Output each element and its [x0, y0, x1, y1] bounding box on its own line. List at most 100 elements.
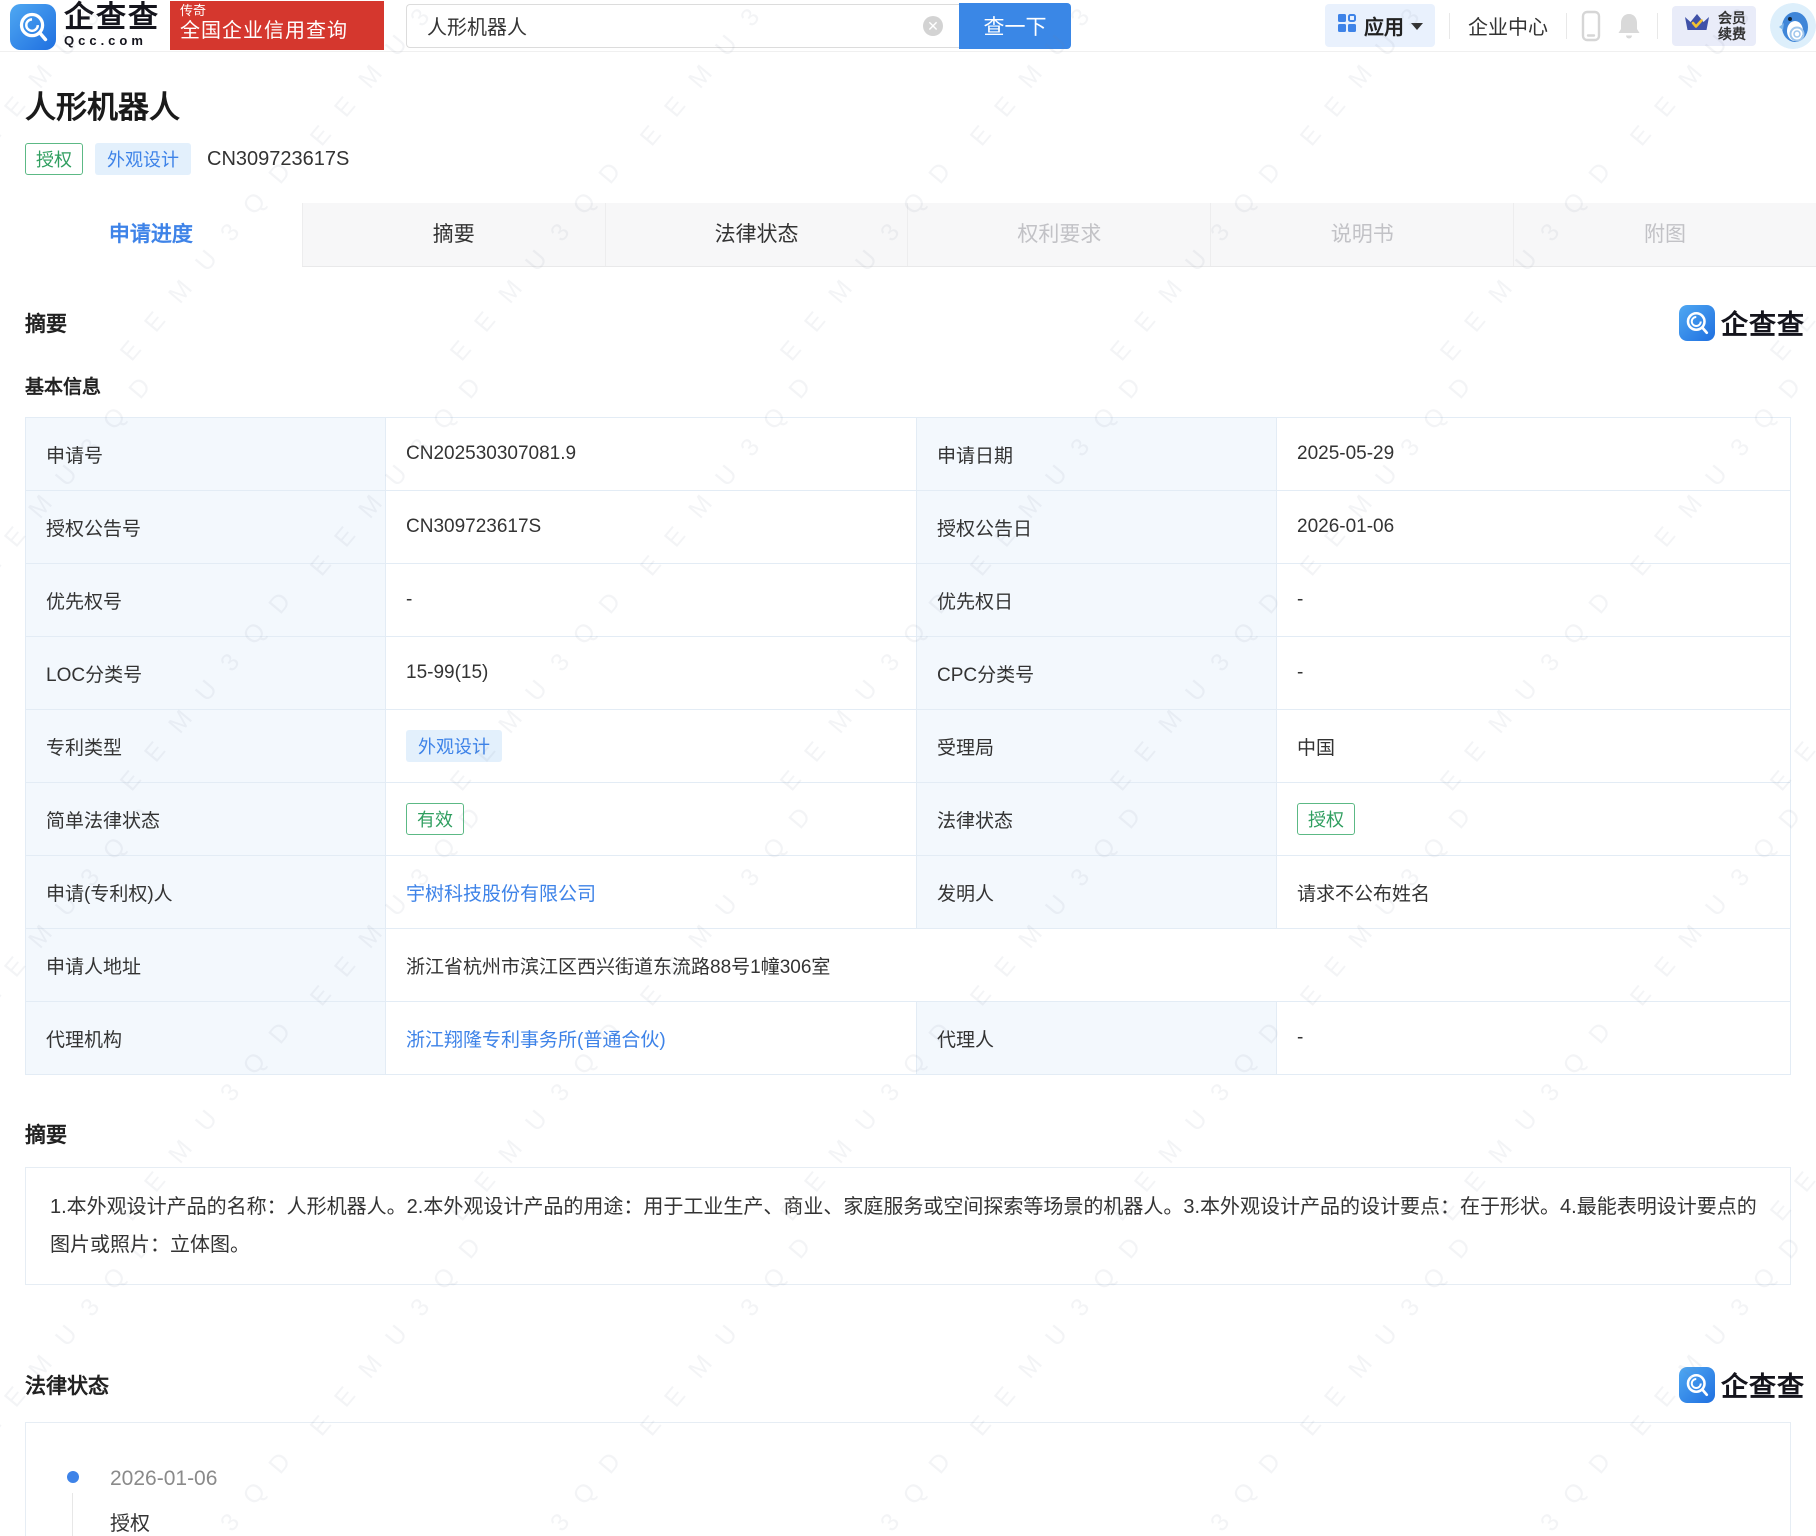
enterprise-center-link[interactable]: 企业中心 — [1464, 11, 1552, 40]
row-label: 授权公告号 — [25, 490, 386, 564]
legal-status-heading: 法律状态 — [25, 1374, 109, 1398]
qcc-watermark-logo: 企查查 — [1679, 1365, 1805, 1404]
legal-status-box: 2026-01-06 授权 — [25, 1422, 1791, 1536]
apps-grid-icon — [1337, 13, 1357, 38]
summary-heading: 摘要 — [25, 312, 67, 336]
tab-summary[interactable]: 摘要 — [301, 203, 605, 266]
page: 企查查 Qcc.com 传奇 全国企业信用查询 ✕ 查一下 — [0, 0, 1816, 1536]
top-header: 企查查 Qcc.com 传奇 全国企业信用查询 ✕ 查一下 — [0, 0, 1816, 52]
timeline-dot-icon — [67, 1471, 79, 1483]
row-value: 有效 — [385, 782, 917, 856]
row-label: 优先权日 — [916, 563, 1277, 637]
table-row: 代理机构 浙江翔隆专利事务所(普通合伙) 代理人 - — [25, 1001, 1791, 1075]
search-bar: ✕ 查一下 — [406, 2, 1071, 49]
row-value: 15-99(15) — [385, 636, 917, 710]
row-value: 请求不公布姓名 — [1276, 855, 1791, 929]
patent-type-badge: 外观设计 — [95, 143, 191, 175]
clear-search-icon[interactable]: ✕ — [923, 15, 943, 36]
row-label: 申请(专利权)人 — [25, 855, 386, 929]
page-title: 人形机器人 — [25, 90, 180, 125]
timeline-date: 2026-01-06 — [110, 1467, 218, 1490]
qcc-logo-icon — [10, 4, 56, 50]
tab-legal-status[interactable]: 法律状态 — [604, 203, 908, 266]
row-value: - — [385, 563, 917, 637]
divider — [1449, 12, 1450, 39]
row-value: - — [1276, 563, 1791, 637]
row-label: 优先权号 — [25, 563, 386, 637]
slogan-line1: 传奇 — [180, 3, 207, 18]
slogan-badge: 传奇 全国企业信用查询 — [170, 1, 384, 50]
row-value: - — [1276, 1001, 1791, 1075]
brand-name: 企查查 — [64, 1, 160, 34]
row-label: 申请人地址 — [25, 928, 386, 1002]
abstract-heading: 摘要 — [25, 1124, 67, 1147]
apps-label: 应用 — [1364, 17, 1404, 39]
valid-status-badge: 有效 — [406, 803, 464, 835]
row-value: CN309723617S — [385, 490, 917, 564]
table-row: 申请号 CN202530307081.9 申请日期 2025-05-29 — [25, 417, 1791, 491]
brand-text: 企查查 Qcc.com — [64, 1, 160, 50]
tab-figures[interactable]: 附图 — [1513, 203, 1816, 266]
table-row: 授权公告号 CN309723617S 授权公告日 2026-01-06 — [25, 490, 1791, 564]
row-value: 2025-05-29 — [1276, 417, 1791, 491]
tab-claims[interactable]: 权利要求 — [907, 203, 1211, 266]
row-value: CN202530307081.9 — [385, 417, 917, 491]
timeline-event: 授权 — [110, 1513, 150, 1535]
tab-application-progress[interactable]: 申请进度 — [0, 203, 302, 266]
row-label: 发明人 — [916, 855, 1277, 929]
divider — [1566, 12, 1567, 39]
qcc-logo[interactable]: 企查查 Qcc.com 传奇 全国企业信用查询 — [10, 1, 384, 50]
timeline-line — [72, 1493, 73, 1536]
row-label: 申请日期 — [916, 417, 1277, 491]
main-content: 摘要 企查查 基本信息 申请号 CN202530307081.9 申请日期 20… — [0, 303, 1816, 1536]
user-avatar[interactable] — [1770, 2, 1816, 49]
row-value: 浙江翔隆专利事务所(普通合伙) — [385, 1001, 917, 1075]
applicant-address: 浙江省杭州市滨江区西兴街道东流路88号1幢306室 — [385, 928, 1791, 1002]
qcc-watermark-logo: 企查查 — [1679, 303, 1805, 342]
row-label: 代理机构 — [25, 1001, 386, 1075]
row-label: 法律状态 — [916, 782, 1277, 856]
status-badge: 授权 — [25, 143, 83, 175]
row-value: 外观设计 — [385, 709, 917, 783]
applicant-company-link[interactable]: 宇树科技股份有限公司 — [406, 884, 596, 905]
legal-status-section-head: 法律状态 企查查 — [25, 1365, 1804, 1404]
abstract-text: 1.本外观设计产品的名称：人形机器人。2.本外观设计产品的用途：用于工业生产、商… — [50, 1196, 1757, 1256]
row-value: 授权 — [1276, 782, 1791, 856]
row-label: CPC分类号 — [916, 636, 1277, 710]
qcc-mark-text: 企查查 — [1721, 310, 1805, 340]
chevron-down-icon — [1411, 23, 1423, 30]
row-label: 代理人 — [916, 1001, 1277, 1075]
timeline-item: 2026-01-06 授权 — [26, 1423, 1790, 1536]
qcc-mark-icon — [1679, 1366, 1715, 1403]
notification-bell-icon[interactable] — [1615, 11, 1643, 41]
patent-title-section: 人形机器人 授权 外观设计 CN309723617S — [0, 52, 1816, 175]
row-value: 宇树科技股份有限公司 — [385, 855, 917, 929]
row-value: 2026-01-06 — [1276, 490, 1791, 564]
row-label: 申请号 — [25, 417, 386, 491]
table-row: 申请人地址 浙江省杭州市滨江区西兴街道东流路88号1幢306室 — [25, 928, 1791, 1002]
row-label: LOC分类号 — [25, 636, 386, 710]
tab-specification[interactable]: 说明书 — [1210, 203, 1514, 266]
qcc-mark-text: 企查查 — [1721, 1372, 1805, 1402]
row-label: 授权公告日 — [916, 490, 1277, 564]
apps-menu-button[interactable]: 应用 — [1325, 4, 1435, 47]
slogan-line2: 全国企业信用查询 — [180, 20, 348, 42]
basic-info-table: 申请号 CN202530307081.9 申请日期 2025-05-29 授权公… — [25, 417, 1791, 1075]
mobile-app-icon[interactable] — [1581, 10, 1601, 42]
member-renew-button[interactable]: 会员 续费 — [1672, 5, 1756, 46]
table-row: 申请(专利权)人 宇树科技股份有限公司 发明人 请求不公布姓名 — [25, 855, 1791, 929]
abstract-box: 1.本外观设计产品的名称：人形机器人。2.本外观设计产品的用途：用于工业生产、商… — [25, 1167, 1791, 1285]
summary-section-head: 摘要 企查查 — [25, 303, 1804, 342]
search-input[interactable] — [406, 3, 959, 48]
granted-status-badge: 授权 — [1297, 803, 1355, 835]
search-button[interactable]: 查一下 — [959, 2, 1071, 49]
tab-bar: 申请进度 摘要 法律状态 权利要求 说明书 附图 — [0, 203, 1816, 267]
brand-domain: Qcc.com — [64, 33, 147, 48]
title-meta: 授权 外观设计 CN309723617S — [25, 143, 1791, 175]
top-nav: 应用 企业中心 会员 续费 — [1325, 2, 1816, 49]
agency-link[interactable]: 浙江翔隆专利事务所(普通合伙) — [406, 1030, 666, 1051]
design-type-badge: 外观设计 — [406, 730, 502, 762]
divider — [1657, 12, 1658, 39]
table-row: 简单法律状态 有效 法律状态 授权 — [25, 782, 1791, 856]
row-label: 受理局 — [916, 709, 1277, 783]
